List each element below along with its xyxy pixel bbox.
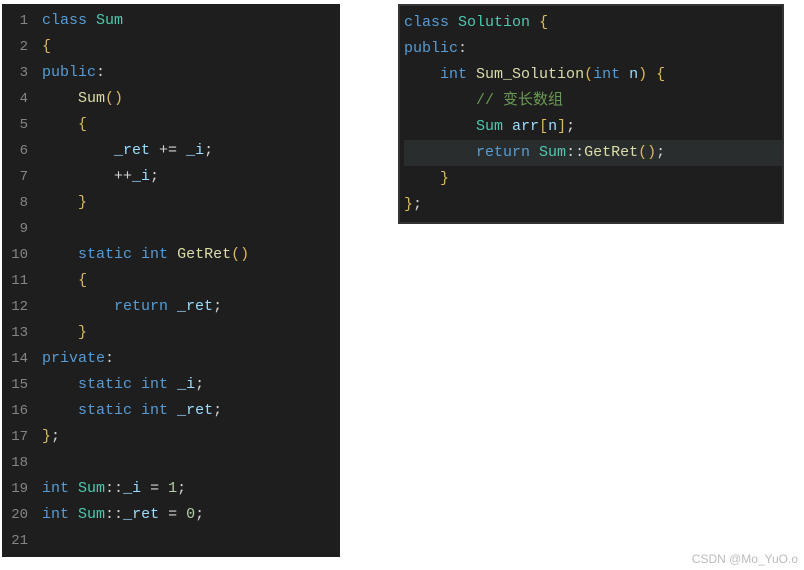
code-line: ++_i; (42, 164, 340, 190)
line-number: 20 (8, 502, 28, 528)
line-number: 14 (8, 346, 28, 372)
line-number: 3 (8, 60, 28, 86)
code-editor-left: 123456789101112131415161718192021 class … (2, 4, 340, 557)
code-line: class Solution { (404, 10, 782, 36)
code-line: }; (404, 192, 782, 218)
line-number: 1 (8, 8, 28, 34)
code-line: Sum() (42, 86, 340, 112)
line-number: 4 (8, 86, 28, 112)
code-line: public: (404, 36, 782, 62)
code-line: Sum arr[n]; (404, 114, 782, 140)
code-line: // 变长数组 (404, 88, 782, 114)
code-block-solution-class: class Solution {public: int Sum_Solution… (400, 6, 782, 222)
code-line: _ret += _i; (42, 138, 340, 164)
line-number: 6 (8, 138, 28, 164)
line-number: 5 (8, 112, 28, 138)
code-line (42, 528, 340, 554)
line-number: 16 (8, 398, 28, 424)
line-number: 19 (8, 476, 28, 502)
code-line (42, 450, 340, 476)
code-line: return _ret; (42, 294, 340, 320)
code-line: int Sum_Solution(int n) { (404, 62, 782, 88)
line-number: 15 (8, 372, 28, 398)
line-number: 17 (8, 424, 28, 450)
code-line: int Sum::_i = 1; (42, 476, 340, 502)
code-editor-right: class Solution {public: int Sum_Solution… (398, 4, 784, 224)
code-line: int Sum::_ret = 0; (42, 502, 340, 528)
line-number: 2 (8, 34, 28, 60)
code-line: class Sum (42, 8, 340, 34)
line-number: 13 (8, 320, 28, 346)
line-gutter: 123456789101112131415161718192021 (2, 4, 38, 557)
code-line (42, 216, 340, 242)
line-number: 9 (8, 216, 28, 242)
code-line: }; (42, 424, 340, 450)
code-block-sum-class: class Sum{public: Sum() { _ret += _i; ++… (38, 4, 340, 557)
code-line: { (42, 34, 340, 60)
code-line: return Sum::GetRet(); (404, 140, 782, 166)
code-line: public: (42, 60, 340, 86)
code-line: } (404, 166, 782, 192)
code-line: static int GetRet() (42, 242, 340, 268)
code-line: private: (42, 346, 340, 372)
code-line: } (42, 320, 340, 346)
line-number: 11 (8, 268, 28, 294)
code-line: } (42, 190, 340, 216)
watermark: CSDN @Mo_YuO.o (692, 552, 798, 566)
line-number: 12 (8, 294, 28, 320)
code-line: { (42, 112, 340, 138)
code-line: static int _i; (42, 372, 340, 398)
line-number: 10 (8, 242, 28, 268)
line-number: 7 (8, 164, 28, 190)
line-number: 21 (8, 528, 28, 554)
line-number: 18 (8, 450, 28, 476)
code-line: { (42, 268, 340, 294)
line-number: 8 (8, 190, 28, 216)
code-line: static int _ret; (42, 398, 340, 424)
